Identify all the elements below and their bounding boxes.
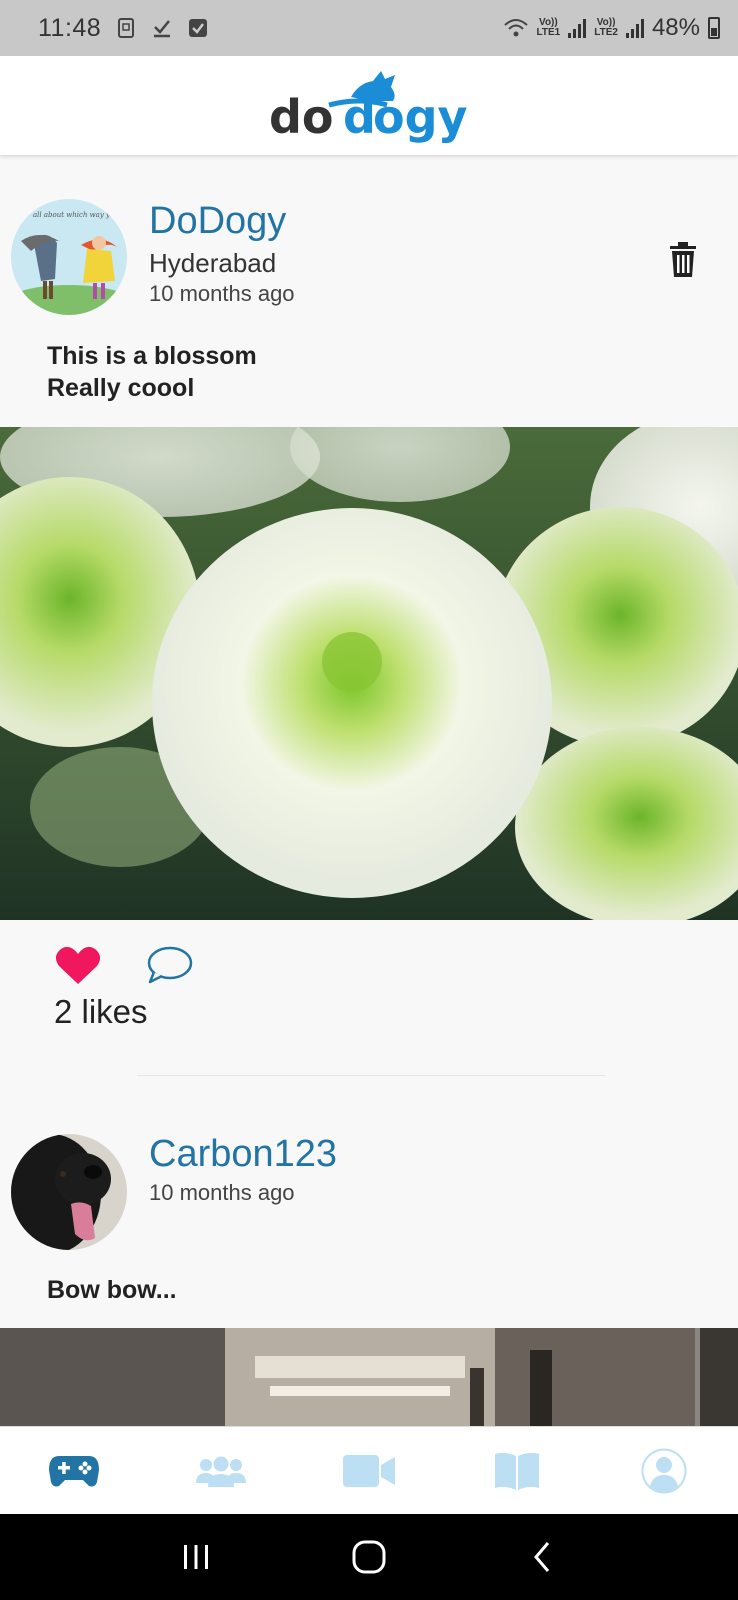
home-button[interactable] (339, 1532, 399, 1582)
lte2-label: Vo)) LTE2 (594, 17, 618, 38)
nav-friends[interactable] (181, 1441, 261, 1501)
signal2-icon (625, 18, 644, 38)
bottom-nav (0, 1426, 738, 1514)
post-time: 10 months ago (149, 1180, 295, 1205)
home-icon (352, 1540, 386, 1574)
nav-games[interactable] (34, 1441, 114, 1501)
gamepad-icon (48, 1455, 99, 1486)
back-icon (533, 1542, 549, 1572)
svg-text:ogy: ogy (373, 90, 468, 143)
post-image[interactable] (0, 427, 738, 920)
check-underline-icon (154, 20, 171, 38)
wifi-icon (503, 19, 528, 37)
post-caption-line: Bow bow... (47, 1276, 177, 1304)
nav-learn[interactable] (477, 1441, 557, 1501)
book-icon (494, 1452, 539, 1490)
nav-profile[interactable] (624, 1441, 704, 1501)
comment-icon[interactable] (146, 945, 194, 985)
dodogy-logo[interactable]: do d ogy (269, 69, 469, 143)
app-header: do d ogy (0, 56, 738, 156)
recents-icon (184, 1545, 209, 1569)
likes-count[interactable]: 2 likes (54, 993, 148, 1031)
checkbox-icon (189, 19, 208, 37)
screenshot-icon (118, 18, 135, 38)
back-button[interactable] (512, 1532, 572, 1582)
avatar[interactable] (11, 1134, 127, 1250)
flower-photo (0, 427, 738, 920)
post-location: Hyderabad (149, 248, 277, 278)
users-icon (196, 1456, 247, 1487)
svg-text:all about which way yo: all about which way yo (33, 211, 114, 219)
svg-text:do: do (269, 90, 334, 143)
avatar[interactable]: all about which way yo (11, 199, 127, 315)
system-nav-bar (0, 1514, 738, 1600)
hallway-photo (0, 1328, 738, 1426)
profile-icon (641, 1448, 687, 1493)
post-caption-line: Really coool (47, 374, 195, 402)
battery-icon (708, 17, 720, 39)
svg-text:d: d (343, 90, 376, 143)
recent-apps-button[interactable] (166, 1532, 226, 1582)
post-image[interactable] (0, 1328, 738, 1426)
post-caption-line: This is a blossom (47, 342, 257, 370)
post-username[interactable]: Carbon123 (149, 1133, 337, 1176)
status-time: 11:48 (38, 13, 102, 42)
battery-percent: 48% (651, 14, 700, 41)
post-divider (137, 1075, 605, 1076)
video-icon (342, 1454, 395, 1487)
post-caption: This is a blossom Really coool (47, 340, 257, 404)
status-bar: 11:48 Vo)) LTE1 Vo)) LTE2 48% (0, 0, 738, 56)
lte1-label: Vo)) LTE1 (536, 17, 561, 38)
dog-avatar-photo (11, 1134, 127, 1250)
post-time: 10 months ago (149, 281, 295, 306)
signal1-icon (568, 18, 587, 38)
nav-video[interactable] (329, 1441, 409, 1501)
post-caption: Bow bow... (47, 1274, 177, 1306)
avatar-illustration: all about which way yo (11, 199, 127, 315)
trash-icon[interactable] (668, 242, 698, 278)
post-username[interactable]: DoDogy (149, 200, 286, 243)
heart-icon[interactable] (55, 946, 101, 986)
